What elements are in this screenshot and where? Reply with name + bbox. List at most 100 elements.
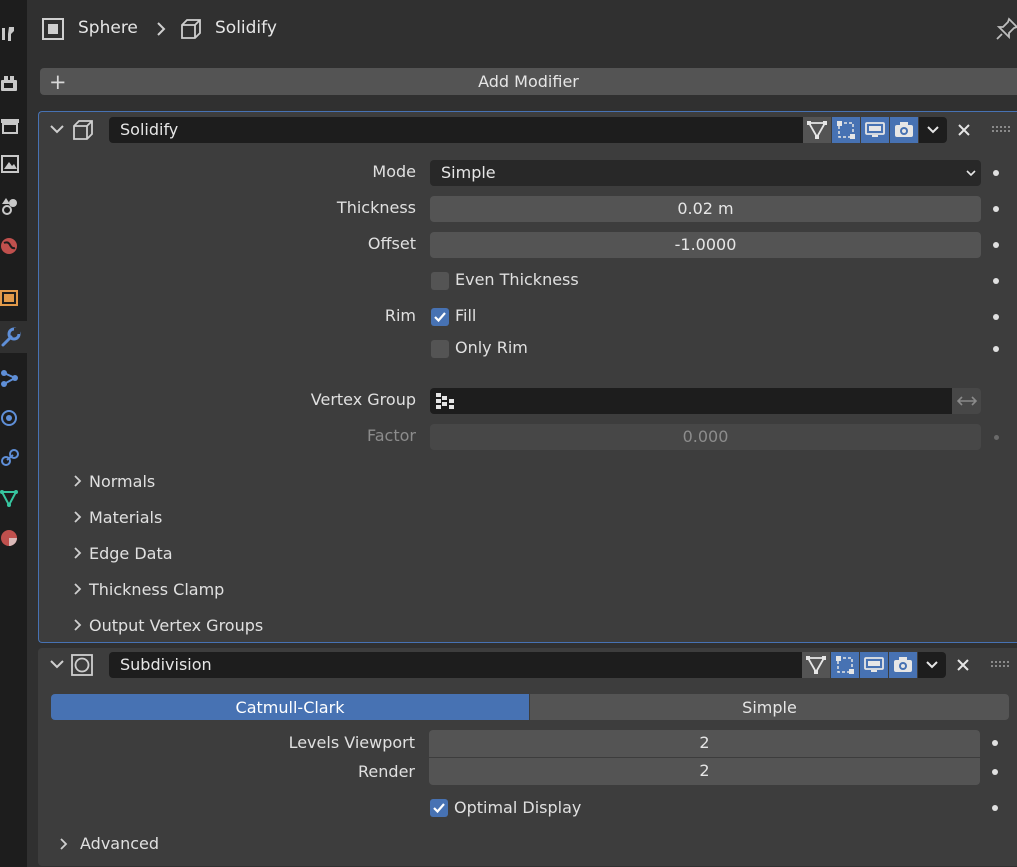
viewport-display-toggle[interactable] xyxy=(861,117,889,143)
subdivision-modifier-icon xyxy=(71,654,93,676)
keyframe-dot[interactable] xyxy=(993,170,999,176)
chevron-right-icon[interactable] xyxy=(73,618,83,632)
offset-field[interactable]: -1.0000 xyxy=(430,232,981,258)
tab-particles[interactable] xyxy=(0,362,22,394)
double-arrow-icon xyxy=(956,396,977,406)
camera-icon xyxy=(895,122,913,137)
view-layer-icon xyxy=(1,155,19,173)
rim-label: Rim xyxy=(384,306,416,325)
drag-handle-icon[interactable] xyxy=(991,661,1009,667)
add-modifier-button[interactable]: + Add Modifier xyxy=(40,68,1017,95)
tab-material[interactable] xyxy=(0,522,22,554)
solidify-modifier-icon xyxy=(181,19,201,39)
modifier-name-field[interactable]: Subdivision xyxy=(109,652,802,678)
edit-mode-toggle[interactable] xyxy=(802,652,830,678)
tab-view-layer[interactable] xyxy=(0,148,22,180)
modifier-name-field[interactable]: Solidify xyxy=(109,117,803,143)
even-thickness-label: Even Thickness xyxy=(455,270,579,289)
only-rim-checkbox[interactable] xyxy=(431,340,449,358)
drag-handle-icon[interactable] xyxy=(992,126,1010,132)
tab-output[interactable] xyxy=(0,110,22,142)
tab-physics[interactable] xyxy=(0,402,22,434)
tab-object[interactable] xyxy=(0,282,22,314)
subpanel-output-vertex-groups[interactable]: Output Vertex Groups xyxy=(89,616,263,635)
modifier-icon xyxy=(1,327,21,347)
subpanel-edge-data[interactable]: Edge Data xyxy=(89,544,173,563)
chevron-right-icon[interactable] xyxy=(73,474,83,488)
offset-label: Offset xyxy=(367,234,416,253)
tool-icon xyxy=(2,27,14,41)
subpanel-advanced[interactable]: Advanced xyxy=(80,834,159,853)
chevron-right-icon[interactable] xyxy=(73,510,83,524)
tab-data[interactable] xyxy=(0,482,22,514)
chevron-right-icon[interactable] xyxy=(59,837,69,851)
thickness-field[interactable]: 0.02 m xyxy=(430,196,981,222)
vertex-group-field[interactable] xyxy=(430,388,952,414)
render-levels-field[interactable]: 2 xyxy=(429,758,980,785)
mode-label: Mode xyxy=(372,162,416,181)
keyframe-dot[interactable] xyxy=(993,278,999,284)
mode-select[interactable]: Simple xyxy=(430,160,981,186)
chevron-down-icon xyxy=(927,126,939,134)
chevron-down-icon[interactable] xyxy=(49,123,65,135)
keyframe-dot[interactable] xyxy=(993,314,999,320)
render-toggle[interactable] xyxy=(889,652,917,678)
factor-field[interactable]: 0.000 xyxy=(430,424,981,450)
keyframe-dot[interactable] xyxy=(994,435,999,440)
plus-icon: + xyxy=(49,70,67,94)
tab-scene[interactable] xyxy=(0,190,22,222)
object-icon xyxy=(0,290,18,306)
tab-constraints[interactable] xyxy=(0,442,22,474)
chevron-right-icon[interactable] xyxy=(73,546,83,560)
chevron-right-icon[interactable] xyxy=(73,582,83,596)
keyframe-dot[interactable] xyxy=(992,805,998,811)
tab-world[interactable] xyxy=(0,230,22,262)
properties-tab-strip xyxy=(0,0,27,867)
render-icon xyxy=(1,76,17,91)
keyframe-dot[interactable] xyxy=(993,346,999,352)
monitor-icon xyxy=(864,657,884,672)
keyframe-dot[interactable] xyxy=(992,769,998,775)
modifier-dropdown-button[interactable] xyxy=(918,652,946,678)
viewport-display-toggle[interactable] xyxy=(860,652,888,678)
only-rim-label: Only Rim xyxy=(455,338,528,357)
optimal-display-checkbox[interactable] xyxy=(430,799,448,817)
subpanel-normals[interactable]: Normals xyxy=(89,472,155,491)
keyframe-dot[interactable] xyxy=(993,242,999,248)
subdivision-modifier-panel: Subdivision Catmull-Clark Simple Levels … xyxy=(38,648,1017,866)
tab-render[interactable] xyxy=(0,68,22,100)
scene-icon xyxy=(2,198,17,215)
chevron-down-icon[interactable] xyxy=(49,658,65,670)
edit-mode-icon xyxy=(807,121,827,139)
edit-mode-toggle[interactable] xyxy=(803,117,831,143)
keyframe-dot[interactable] xyxy=(992,740,998,746)
on-cage-icon xyxy=(836,656,854,674)
vertex-group-icon xyxy=(436,393,454,409)
tab-modifiers[interactable] xyxy=(0,321,27,353)
tab-tool[interactable] xyxy=(0,18,22,50)
data-icon xyxy=(0,490,18,508)
close-icon[interactable] xyxy=(957,123,971,137)
even-thickness-checkbox[interactable] xyxy=(431,272,449,290)
fill-checkbox[interactable] xyxy=(431,308,449,326)
pin-icon[interactable] xyxy=(995,17,1017,41)
keyframe-dot[interactable] xyxy=(993,206,999,212)
camera-icon xyxy=(894,657,912,672)
breadcrumb: Sphere Solidify xyxy=(27,0,1017,58)
catmull-clark-option[interactable]: Catmull-Clark xyxy=(51,694,529,720)
simple-option[interactable]: Simple xyxy=(530,694,1009,720)
render-toggle[interactable] xyxy=(890,117,918,143)
subpanel-thickness-clamp[interactable]: Thickness Clamp xyxy=(89,580,224,599)
levels-viewport-field[interactable]: 2 xyxy=(429,730,980,757)
on-cage-toggle[interactable] xyxy=(832,117,860,143)
world-icon xyxy=(1,238,17,254)
modifier-dropdown-button[interactable] xyxy=(919,117,947,143)
checkmark-icon xyxy=(433,803,445,814)
close-icon[interactable] xyxy=(956,658,970,672)
thickness-label: Thickness xyxy=(336,198,416,217)
on-cage-toggle[interactable] xyxy=(831,652,859,678)
chevron-right-icon xyxy=(157,22,166,36)
invert-vertex-group-button[interactable] xyxy=(952,388,981,414)
on-cage-icon xyxy=(837,121,855,139)
subpanel-materials[interactable]: Materials xyxy=(89,508,162,527)
